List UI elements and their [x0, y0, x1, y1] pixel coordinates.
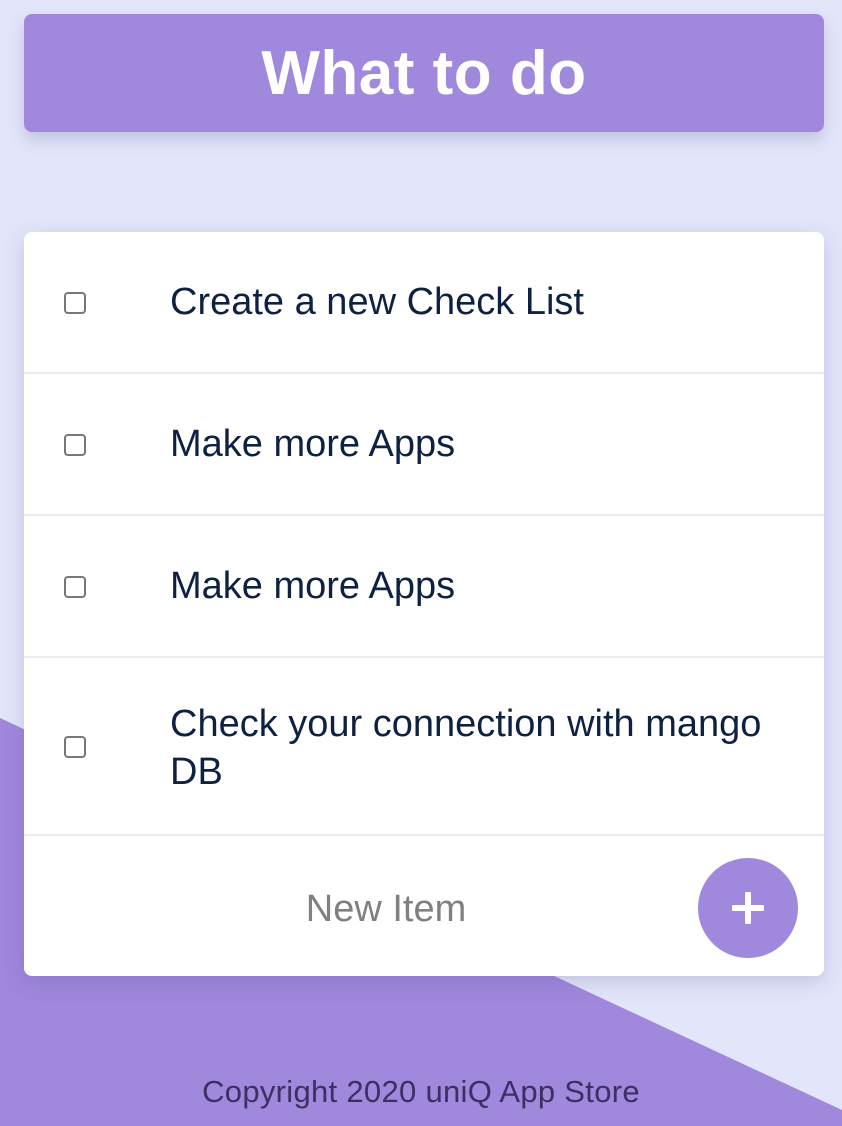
todo-item-label: Make more Apps [170, 565, 456, 607]
todo-item[interactable]: Check your connection with mango DB [24, 658, 824, 836]
page-title: What to do [261, 38, 587, 108]
new-item-form [24, 836, 824, 976]
new-item-input[interactable] [144, 880, 628, 938]
todo-checkbox[interactable] [64, 292, 86, 314]
todo-item[interactable]: Make more Apps [24, 516, 824, 658]
todo-checkbox[interactable] [64, 434, 86, 456]
todo-item[interactable]: Make more Apps [24, 374, 824, 516]
plus-icon [732, 892, 764, 924]
copyright-text: Copyright 2020 uniQ App Store [202, 1074, 640, 1109]
todo-item-label: Create a new Check List [170, 281, 584, 323]
add-item-button[interactable] [698, 858, 798, 958]
app-header: What to do [24, 14, 824, 132]
todo-card: Create a new Check List Make more Apps M… [24, 232, 824, 976]
footer: Copyright 2020 uniQ App Store [0, 1074, 842, 1110]
todo-checkbox[interactable] [64, 736, 86, 758]
todo-item[interactable]: Create a new Check List [24, 232, 824, 374]
todo-item-label: Make more Apps [170, 423, 456, 465]
todo-item-label: Check your connection with mango DB [170, 703, 762, 793]
todo-checkbox[interactable] [64, 576, 86, 598]
